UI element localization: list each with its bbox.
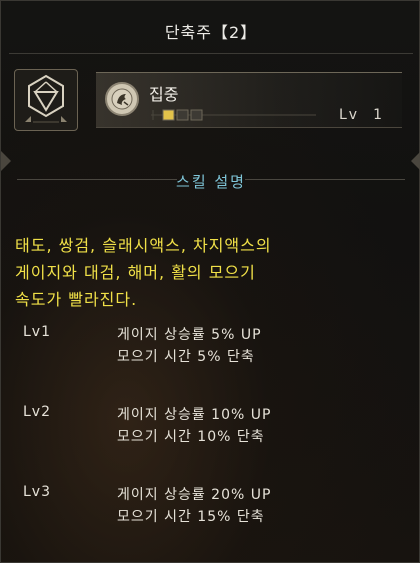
level-value: 1 bbox=[373, 107, 385, 123]
description-line: 게이지와 대검, 해머, 활의 모으기 bbox=[15, 263, 256, 282]
level-row-label: Lv2 bbox=[23, 404, 51, 420]
gauge-background bbox=[151, 110, 316, 120]
level-row-label: Lv3 bbox=[23, 484, 51, 500]
level-pip bbox=[176, 109, 189, 121]
level-effect-line: 게이지 상승률 10% UP bbox=[117, 407, 272, 423]
decoration-detail-panel: 단축주【2】 집중 Lv 1 스킬 설명 태도, 쌍검, 슬래시액스, 차지액스… bbox=[0, 0, 420, 563]
level-effect-line: 게이지 상승률 5% UP bbox=[117, 327, 262, 343]
level-row-2: Lv2 게이지 상승률 10% UP 모으기 시간 10% 단축 bbox=[1, 404, 420, 454]
skill-description: 태도, 쌍검, 슬래시액스, 차지액스의 게이지와 대검, 해머, 활의 모으기… bbox=[15, 232, 410, 313]
description-line: 태도, 쌍검, 슬래시액스, 차지액스의 bbox=[15, 236, 272, 255]
skill-level-readout: Lv 1 bbox=[339, 107, 384, 123]
level-pip bbox=[190, 109, 203, 121]
page-title: 단축주【2】 bbox=[164, 23, 258, 42]
skill-level-gauge bbox=[151, 109, 316, 121]
section-title: 스킬 설명 bbox=[176, 173, 246, 191]
level-row-label: Lv1 bbox=[23, 324, 51, 340]
skill-name: 집중 bbox=[149, 85, 179, 104]
left-arrow-ornament-icon bbox=[1, 151, 11, 171]
right-arrow-ornament-icon bbox=[411, 152, 420, 170]
level-effect-line: 모으기 시간 15% 단축 bbox=[117, 509, 265, 525]
level-effect-line: 게이지 상승률 20% UP bbox=[117, 487, 272, 503]
level-effect-line: 모으기 시간 10% 단축 bbox=[117, 429, 265, 445]
jewel-frame[interactable] bbox=[14, 69, 78, 131]
description-line: 속도가 빨라진다. bbox=[15, 290, 138, 309]
level-label: Lv bbox=[339, 107, 360, 123]
title-divider bbox=[9, 53, 413, 54]
level-effect-line: 모으기 시간 5% 단축 bbox=[117, 349, 255, 365]
level-pip bbox=[162, 109, 175, 121]
level-row-3: Lv3 게이지 상승률 20% UP 모으기 시간 15% 단축 bbox=[1, 484, 420, 534]
diamond-jewel-icon bbox=[25, 74, 67, 123]
skill-emblem-icon bbox=[105, 82, 139, 116]
level-row-1: Lv1 게이지 상승률 5% UP 모으기 시간 5% 단축 bbox=[1, 324, 420, 374]
